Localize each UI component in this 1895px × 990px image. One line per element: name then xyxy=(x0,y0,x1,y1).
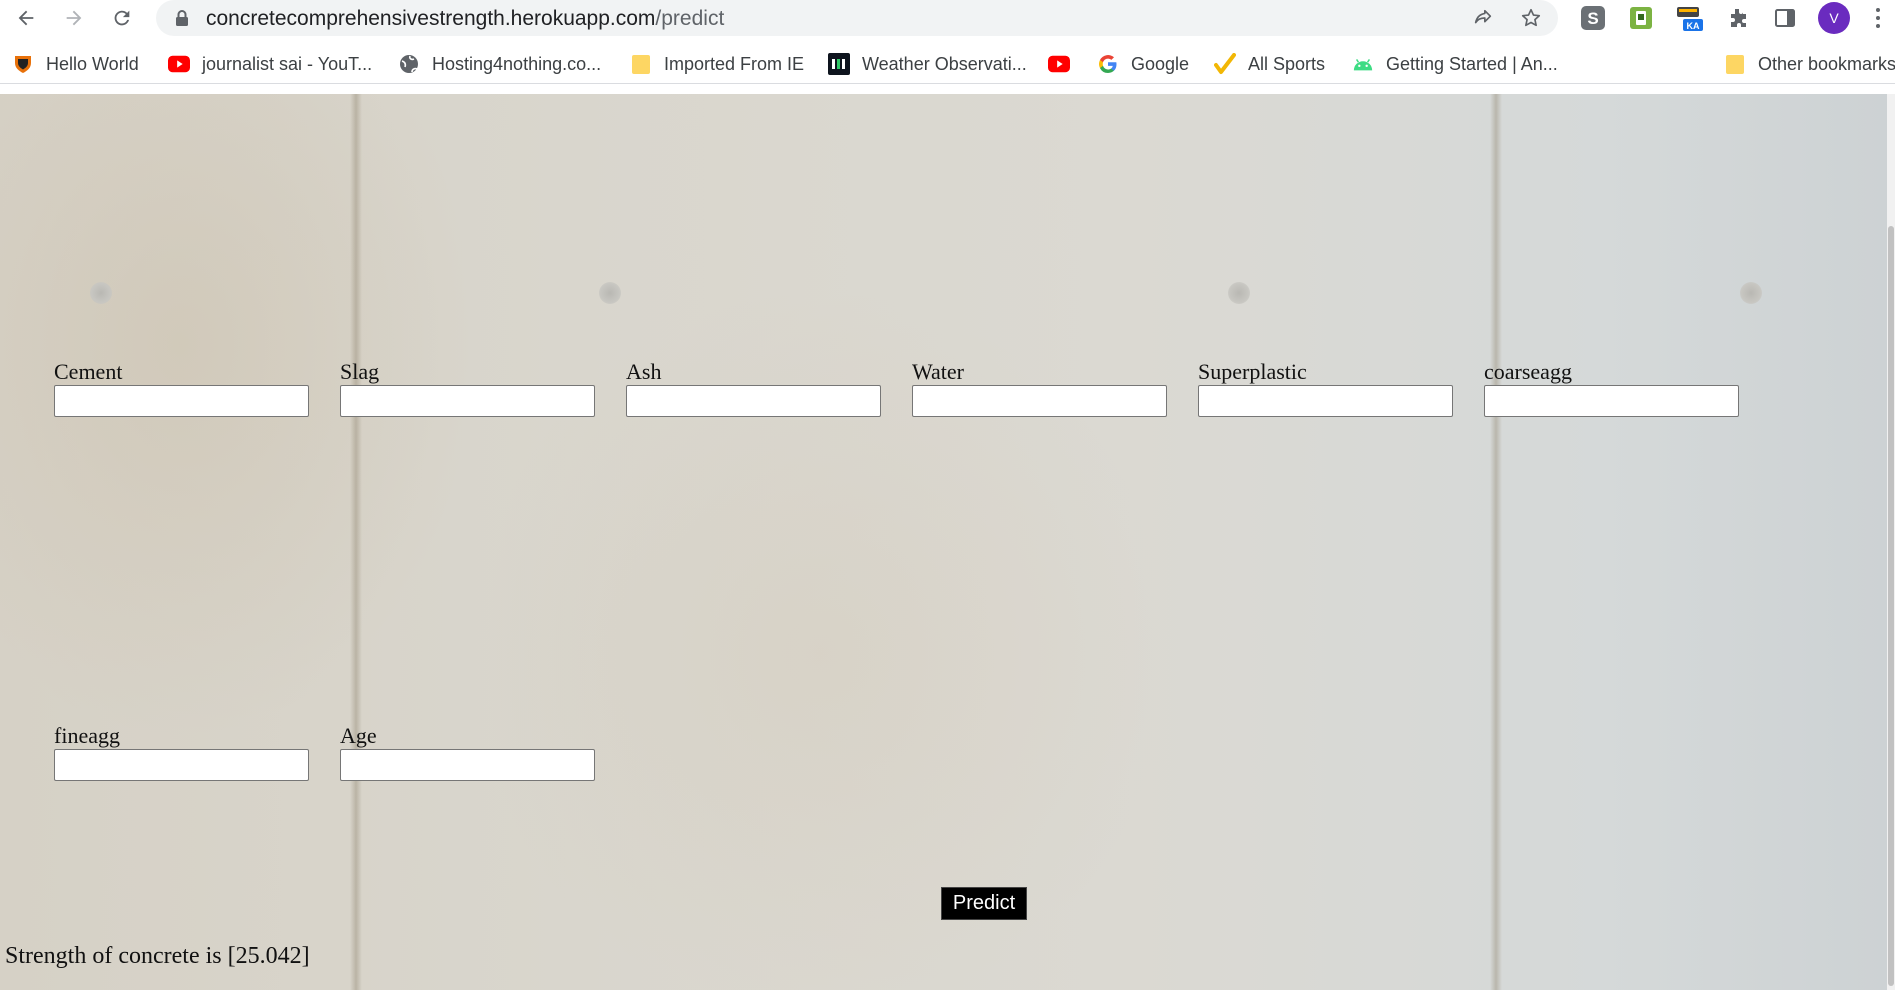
forward-button[interactable] xyxy=(60,4,88,32)
bookmark-label: All Sports xyxy=(1248,53,1326,74)
field-cement: Cement xyxy=(54,358,310,417)
arrow-right-icon xyxy=(66,10,82,26)
url-path: /predict xyxy=(655,7,725,30)
url-text[interactable]: concretecomprehensivestrength.herokuapp.… xyxy=(206,7,724,31)
fineagg-input[interactable] xyxy=(54,749,309,781)
ka-extension-icon[interactable]: KA xyxy=(1674,3,1704,33)
field-label: Superplastic xyxy=(1198,359,1307,384)
url-host: concretecomprehensivestrength.herokuapp.… xyxy=(206,7,656,30)
ash-input[interactable] xyxy=(626,385,881,417)
back-button[interactable] xyxy=(12,4,40,32)
bookmark-label: Other bookmarks xyxy=(1758,53,1895,74)
slag-input[interactable] xyxy=(340,385,595,417)
scrollbar-thumb[interactable] xyxy=(1888,226,1894,986)
checkmark-icon xyxy=(1214,53,1236,75)
background-hole xyxy=(1228,282,1250,304)
bookmarks-bar: Hello World journalist sai - YouT... Hos… xyxy=(0,44,1895,120)
field-age: Age xyxy=(340,722,596,781)
folder-icon xyxy=(1724,53,1746,75)
arrow-left-icon xyxy=(18,10,34,26)
google-icon xyxy=(1097,53,1119,75)
background-hole xyxy=(1740,282,1762,304)
reload-icon xyxy=(114,10,130,26)
scribe-extension-icon[interactable]: S xyxy=(1578,3,1608,33)
background-seam xyxy=(350,94,362,990)
field-label: Ash xyxy=(626,359,662,384)
coarseagg-input[interactable] xyxy=(1484,385,1739,417)
shield-crest-icon xyxy=(12,53,34,75)
superplastic-input[interactable] xyxy=(1198,385,1453,417)
field-fineagg: fineagg xyxy=(54,722,310,781)
share-icon[interactable] xyxy=(1470,5,1496,31)
bookmark-getting-started[interactable]: Getting Started | An... xyxy=(1352,52,1558,76)
bookmark-all-sports[interactable]: All Sports xyxy=(1214,52,1325,76)
globe-icon xyxy=(398,53,420,75)
bookmark-google[interactable]: Google xyxy=(1097,52,1189,76)
page-content: Cement Slag Ash Water Superplastic coars… xyxy=(0,94,1887,990)
puzzle-icon[interactable] xyxy=(1722,3,1752,33)
bookmark-label: Hosting4nothing.co... xyxy=(432,53,602,74)
lock-icon xyxy=(176,10,188,26)
field-superplastic: Superplastic xyxy=(1198,358,1454,417)
bookmark-weather-observation[interactable]: Weather Observati... xyxy=(828,52,1027,76)
field-label: Slag xyxy=(340,359,380,384)
reload-button[interactable] xyxy=(108,4,136,32)
field-slag: Slag xyxy=(340,358,596,417)
prediction-result: Strength of concrete is [25.042] xyxy=(5,943,310,969)
svg-text:S: S xyxy=(1587,9,1598,28)
ka-badge: KA xyxy=(1687,21,1700,31)
predict-button[interactable]: Predict xyxy=(941,887,1027,920)
bookmark-label: Google xyxy=(1131,53,1190,74)
more-menu-icon[interactable] xyxy=(1868,4,1888,32)
field-label: fineagg xyxy=(54,723,120,748)
bookmark-label: Weather Observati... xyxy=(862,53,1027,74)
field-water: Water xyxy=(912,358,1168,417)
field-label: Water xyxy=(912,359,964,384)
youtube-icon xyxy=(168,53,190,75)
background-hole xyxy=(599,282,621,304)
bookmark-hello-world[interactable]: Hello World xyxy=(12,52,139,76)
field-coarseagg: coarseagg xyxy=(1484,358,1740,417)
water-input[interactable] xyxy=(912,385,1167,417)
background-seam xyxy=(1490,94,1502,990)
folder-icon xyxy=(630,53,652,75)
bookmark-youtube[interactable] xyxy=(1048,52,1082,76)
bookmark-star-icon[interactable] xyxy=(1518,5,1544,31)
field-ash: Ash xyxy=(626,358,882,417)
age-input[interactable] xyxy=(340,749,595,781)
side-panel-icon[interactable] xyxy=(1770,3,1800,33)
profile-initial: V xyxy=(1829,10,1839,26)
field-label: coarseagg xyxy=(1484,359,1572,384)
bookmark-hosting4nothing[interactable]: Hosting4nothing.co... xyxy=(398,52,601,76)
hackerrank-icon xyxy=(828,53,850,75)
bookmark-label: Getting Started | An... xyxy=(1386,53,1558,74)
bookmark-journalist-sai[interactable]: journalist sai - YouT... xyxy=(168,52,372,76)
profile-avatar[interactable]: V xyxy=(1818,2,1850,34)
youtube-icon xyxy=(1048,53,1070,75)
green-extension-icon[interactable] xyxy=(1626,3,1656,33)
field-label: Age xyxy=(340,723,377,748)
bookmark-other-bookmarks[interactable]: Other bookmarks xyxy=(1724,52,1895,76)
address-bar[interactable]: concretecomprehensivestrength.herokuapp.… xyxy=(156,0,1558,36)
field-label: Cement xyxy=(54,359,123,384)
bookmark-label: Imported From IE xyxy=(664,53,805,74)
bookmark-imported-from-ie[interactable]: Imported From IE xyxy=(630,52,804,76)
bookmark-label: journalist sai - YouT... xyxy=(202,53,373,74)
background-hole xyxy=(90,282,112,304)
bookmark-label: Hello World xyxy=(46,53,139,74)
cement-input[interactable] xyxy=(54,385,309,417)
page-scrollbar[interactable] xyxy=(1887,94,1895,990)
android-icon xyxy=(1352,53,1374,75)
browser-toolbar: concretecomprehensivestrength.herokuapp.… xyxy=(0,0,1895,36)
